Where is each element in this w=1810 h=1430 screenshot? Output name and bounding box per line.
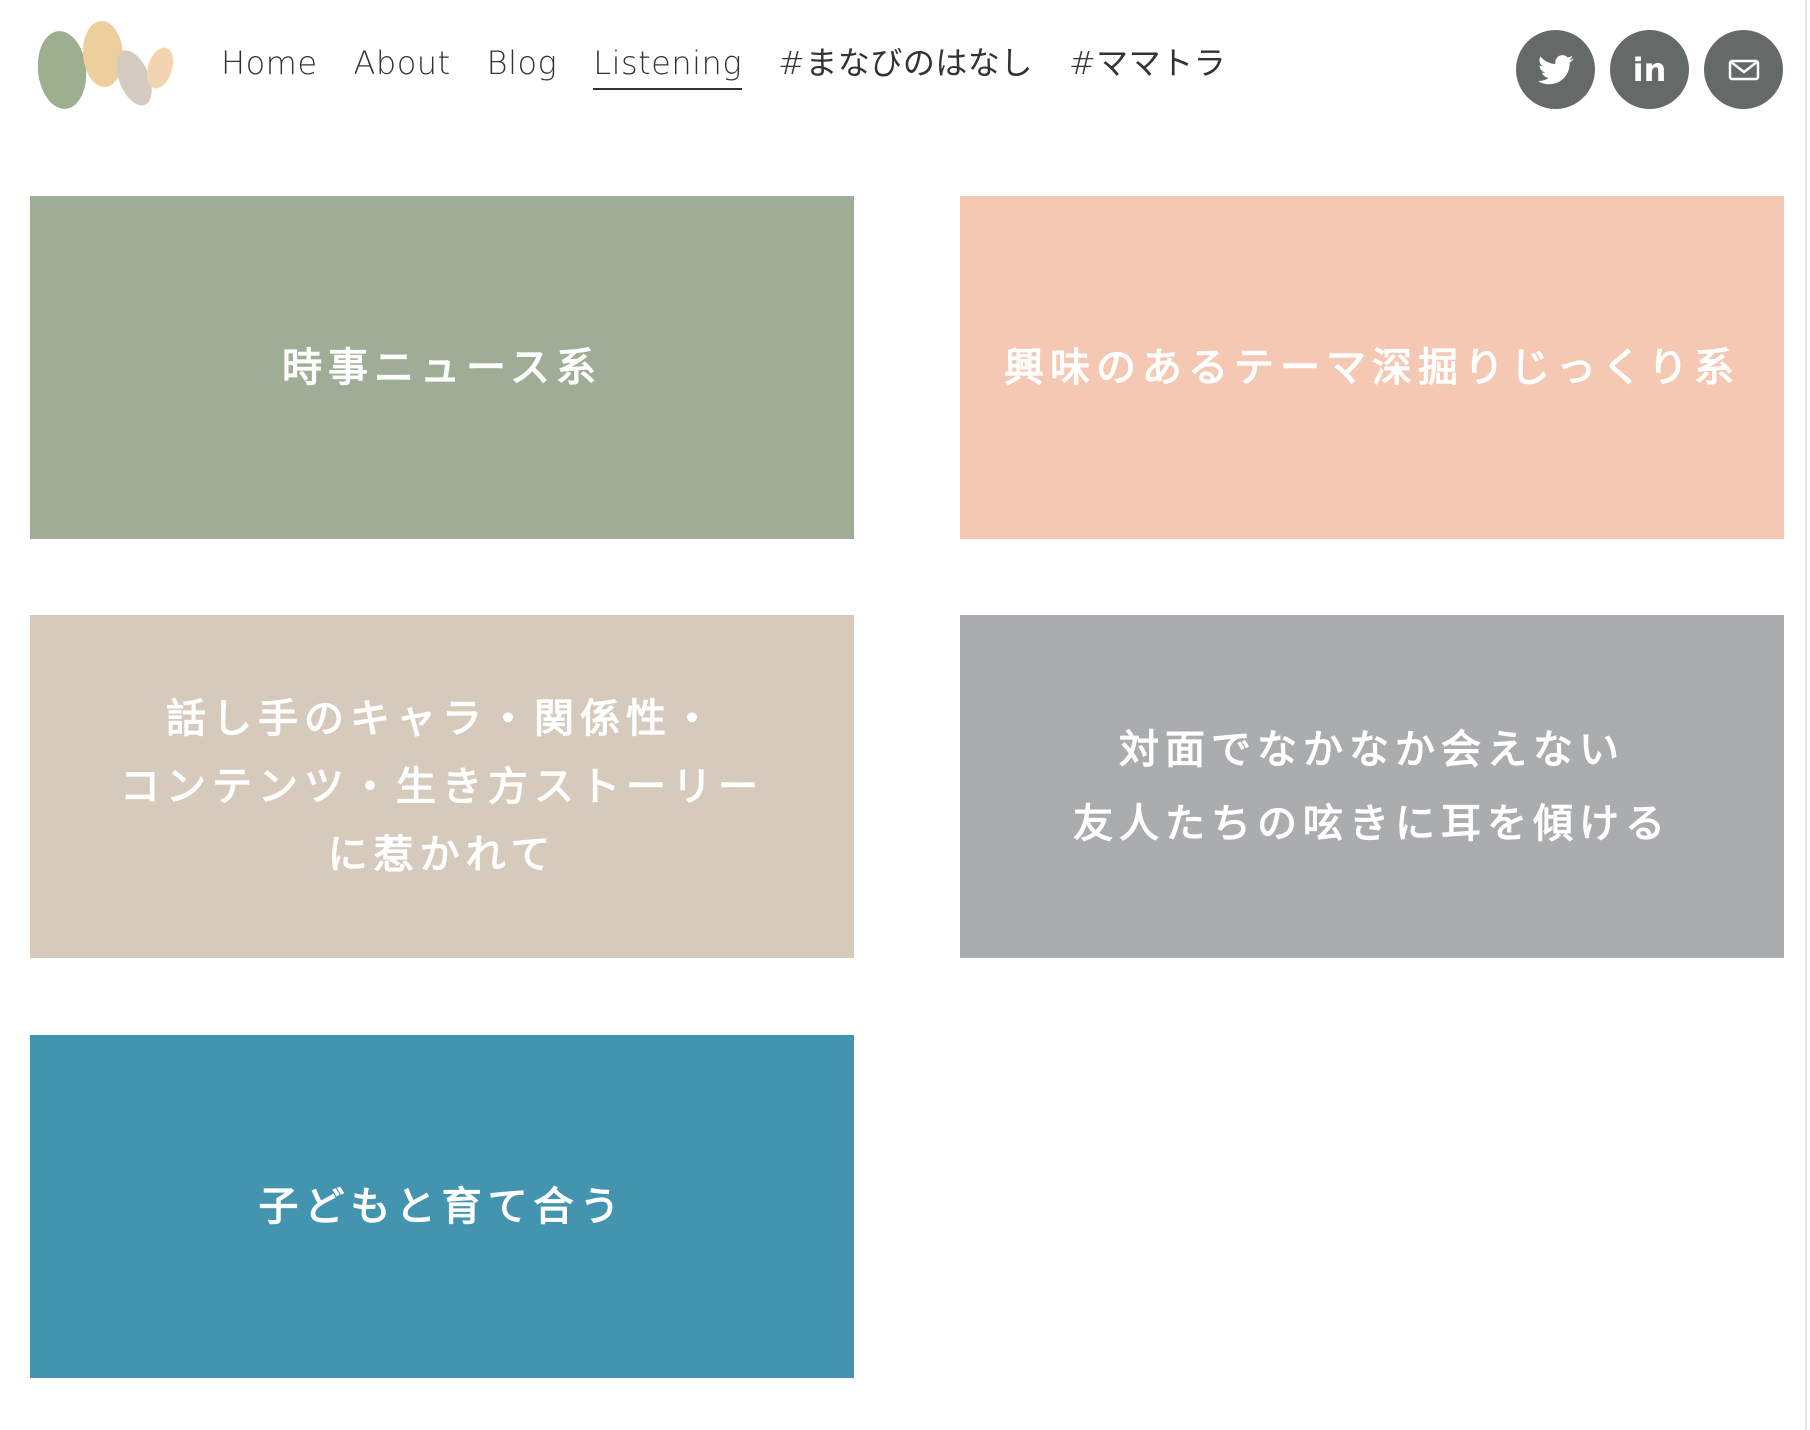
nav-home[interactable]: Home: [221, 44, 318, 88]
mail-button[interactable]: [1704, 30, 1783, 109]
tile-parenting[interactable]: 子どもと育て合う: [30, 1035, 854, 1378]
tile-label: 話し手のキャラ・関係性・ コンテンツ・生き方ストーリー に惹かれて: [120, 695, 764, 878]
site-logo[interactable]: [37, 20, 178, 115]
nav-about[interactable]: About: [354, 44, 451, 88]
tile-speaker-stories[interactable]: 話し手のキャラ・関係性・ コンテンツ・生き方ストーリー に惹かれて: [30, 615, 854, 958]
site-header: Home About Blog Listening #まなびのはなし #ママトラ…: [0, 0, 1805, 140]
tile-label: 対面でなかなか会えない 友人たちの呟きに耳を傾ける: [1073, 726, 1671, 847]
page-edge-divider: [1805, 0, 1807, 1430]
twitter-button[interactable]: [1516, 30, 1595, 109]
tile-deep-dive-topics[interactable]: 興味のあるテーマ深掘りじっくり系: [960, 196, 1784, 539]
nav-listening[interactable]: Listening: [593, 44, 743, 91]
mail-icon: [1728, 59, 1759, 80]
nav-blog[interactable]: Blog: [487, 44, 558, 88]
tile-label: 時事ニュース系: [282, 344, 602, 391]
logo-pebble-green: [37, 31, 87, 109]
tile-current-news[interactable]: 時事ニュース系: [30, 196, 854, 539]
social-links: in: [1516, 30, 1783, 109]
linkedin-icon: in: [1632, 50, 1667, 89]
tile-label: 興味のあるテーマ深掘りじっくり系: [1004, 344, 1740, 391]
page: Home About Blog Listening #まなびのはなし #ママトラ…: [0, 0, 1810, 1430]
tile-friends-voices[interactable]: 対面でなかなか会えない 友人たちの呟きに耳を傾ける: [960, 615, 1784, 958]
main-nav: Home About Blog Listening #まなびのはなし #ママトラ: [221, 44, 1262, 91]
nav-mamatora[interactable]: #ママトラ: [1069, 44, 1226, 88]
twitter-icon: [1537, 54, 1573, 84]
nav-manabi-no-hanashi[interactable]: #まなびのはなし: [778, 44, 1033, 88]
linkedin-button[interactable]: in: [1610, 30, 1689, 109]
pebbles-logo-icon: [37, 21, 174, 109]
tile-label: 子どもと育て合う: [258, 1183, 626, 1230]
